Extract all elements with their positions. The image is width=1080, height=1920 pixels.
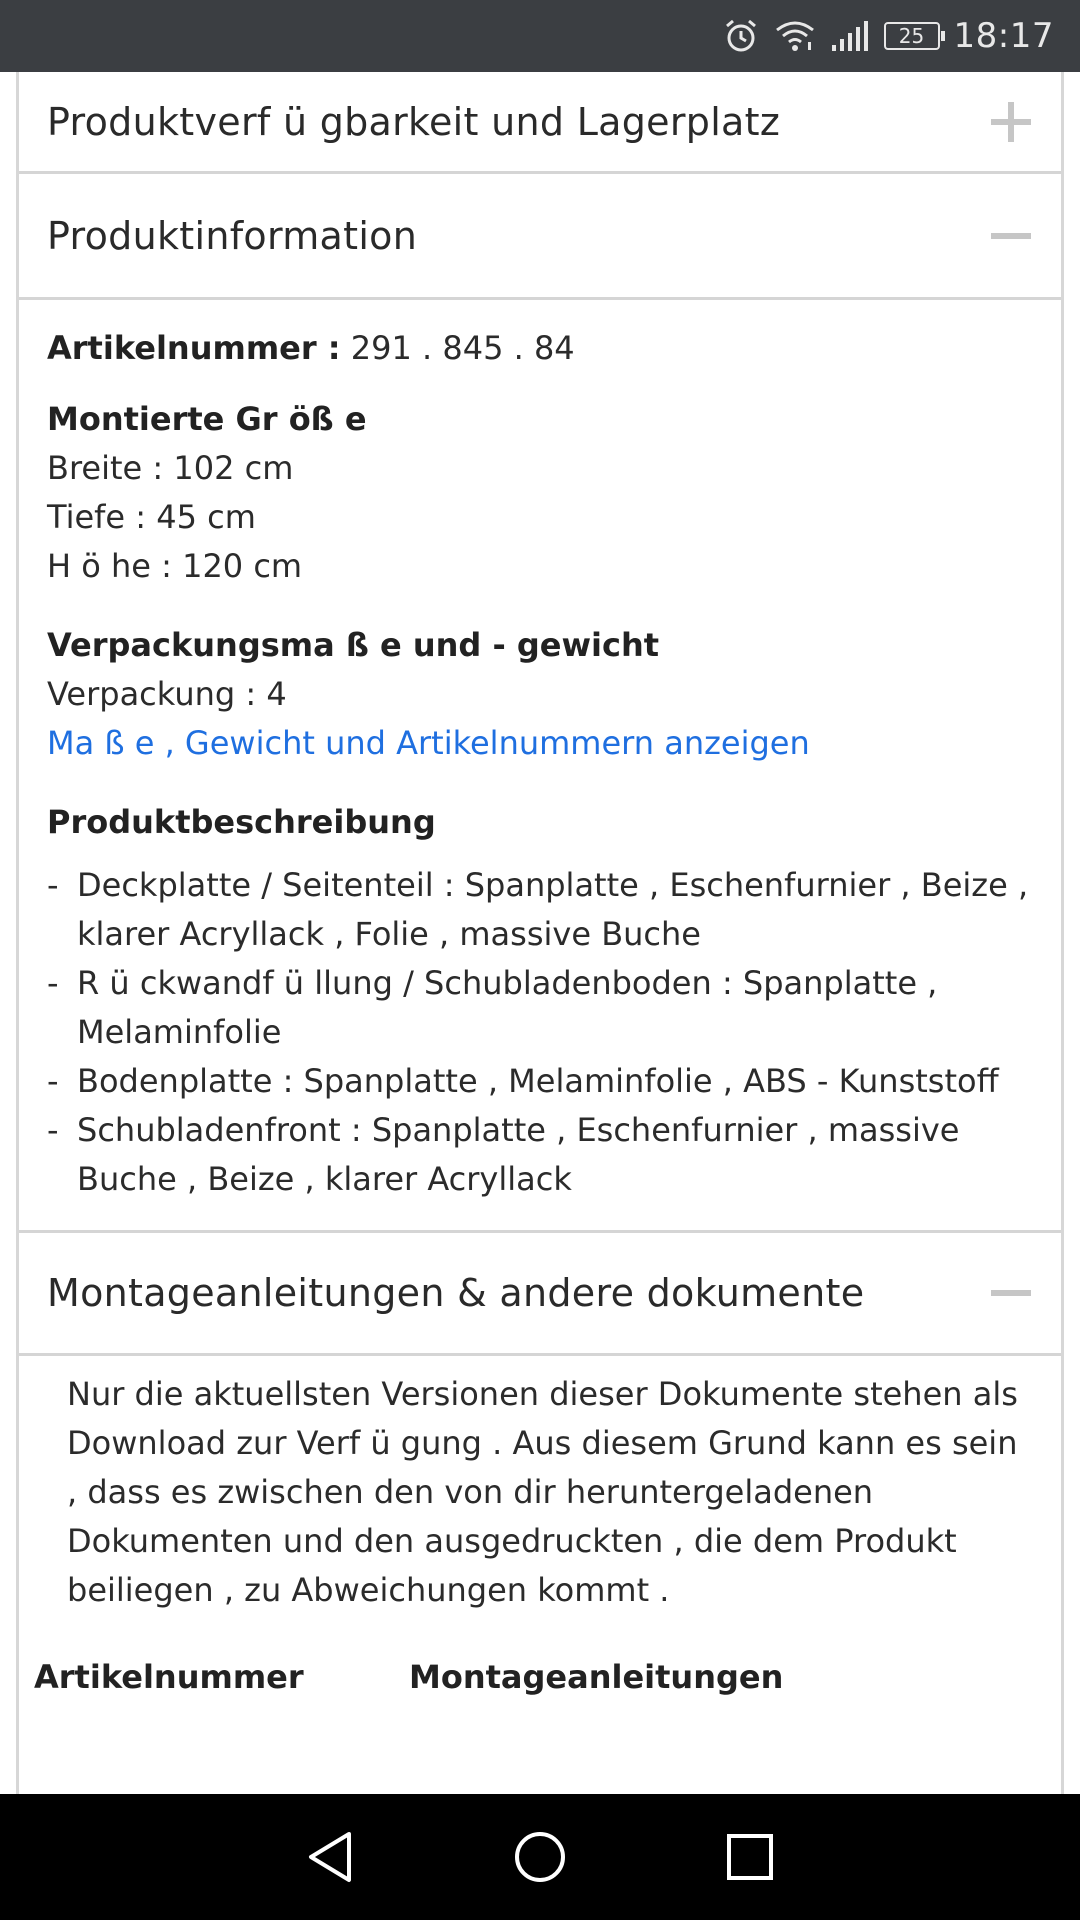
product-details: Produktverf ü gbarkeit und Lagerplatz Pr… xyxy=(16,72,1064,1794)
packaging-details-link[interactable]: Ma ß e , Gewicht und Artikelnummern anze… xyxy=(47,724,810,762)
list-item: -R ü ckwandf ü llung / Schubladenboden :… xyxy=(47,964,938,1051)
wifi-icon xyxy=(774,18,816,54)
accordion-title: Produktverf ü gbarkeit und Lagerplatz xyxy=(47,99,781,144)
battery-icon: 25 xyxy=(883,22,945,50)
product-information-panel: Artikelnummer : 291 . 845 . 84 Montierte… xyxy=(19,300,1061,1230)
signal-icon xyxy=(830,19,870,53)
battery-level: 25 xyxy=(898,24,925,48)
article-number-label: Artikelnummer : xyxy=(47,329,341,367)
depth-value: Tiefe : 45 cm xyxy=(47,498,256,536)
expand-icon[interactable] xyxy=(991,101,1031,142)
back-icon[interactable] xyxy=(300,1827,360,1887)
width-value: Breite : 102 cm xyxy=(47,449,294,487)
status-bar: 25 18:17 xyxy=(0,0,1080,72)
navigation-bar xyxy=(0,1794,1080,1920)
assembled-size-heading: Montierte Gr öß e xyxy=(47,400,367,438)
recents-icon[interactable] xyxy=(720,1827,780,1887)
collapse-icon[interactable] xyxy=(991,1290,1031,1296)
accordion-assembly-documents[interactable]: Montageanleitungen & andere dokumente xyxy=(19,1230,1061,1356)
height-value: H ö he : 120 cm xyxy=(47,547,303,585)
column-assembly-instructions: Montageanleitungen xyxy=(409,1658,784,1696)
collapse-icon[interactable] xyxy=(991,232,1031,239)
packaging-count: Verpackung : 4 xyxy=(47,675,287,713)
documents-note: Nur die aktuellsten Versionen dieser Dok… xyxy=(67,1375,1018,1609)
list-item: - Bodenplatte : Spanplatte , Melaminfolie… xyxy=(47,1062,999,1100)
article-number-value: 291 . 845 . 84 xyxy=(350,329,575,367)
accordion-title: Montageanleitungen & andere dokumente xyxy=(47,1271,865,1315)
description-heading: Produktbeschreibung xyxy=(47,803,436,841)
documents-table-header: Artikelnummer Montageanleitungen xyxy=(34,1658,1034,1696)
accordion-product-information[interactable]: Produktinformation xyxy=(19,174,1061,300)
list-item: - Deckplatte / Seitenteil : Spanplatte , … xyxy=(47,866,1029,953)
packaging-heading: Verpackungsma ß e und - gewicht xyxy=(47,626,660,664)
alarm-icon xyxy=(722,17,760,55)
home-icon[interactable] xyxy=(510,1827,570,1887)
accordion-availability[interactable]: Produktverf ü gbarkeit und Lagerplatz xyxy=(19,72,1061,174)
description-list: - Deckplatte / Seitenteil : Spanplatte , … xyxy=(47,861,1033,1204)
clock: 18:17 xyxy=(953,16,1054,56)
column-article-number: Artikelnummer xyxy=(34,1658,304,1696)
accordion-title: Produktinformation xyxy=(47,213,418,258)
list-item: - Schubladenfront : Spanplatte , Eschenfu… xyxy=(47,1111,960,1198)
